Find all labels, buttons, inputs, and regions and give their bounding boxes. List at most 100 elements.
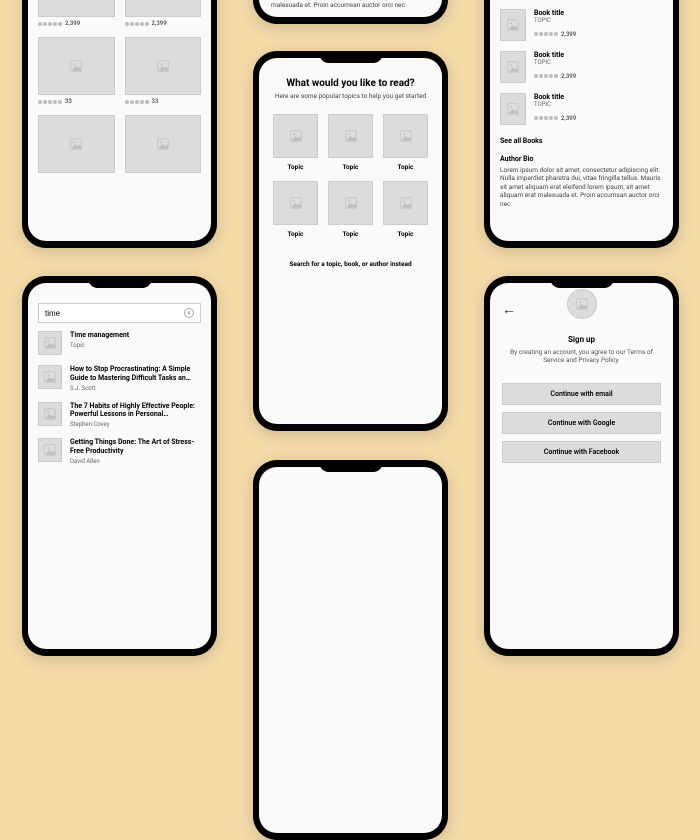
phone-bottom-middle-peek [253,460,448,840]
author-bio-text: Lorem ipsum dolor sit amet, consectetur … [500,166,663,208]
notch [319,460,383,472]
author-bio-heading: Author Bio [500,155,663,163]
topic-label: Topic [383,163,428,171]
result-title: Getting Things Done: The Art of Stress-F… [70,438,201,456]
notch [319,51,383,63]
grid-card[interactable]: 2,399 [38,0,115,27]
image-icon [156,137,170,151]
body-text: eleifend lorem ipsum, sit amet porta ali… [271,0,430,10]
phone-search-results: × Time management Topic How to Stop Proc… [22,276,217,656]
clear-search-button[interactable]: × [184,308,194,318]
book-row[interactable]: Book title TOPIC 2,399 [500,93,663,125]
auth-button[interactable]: Continue with Google [502,412,661,434]
image-icon [289,129,303,143]
rating-dots [38,22,62,26]
rating-count: 2,399 [65,20,80,27]
page-title: What would you like to read? [273,78,428,89]
image-icon [399,196,413,210]
grid-card[interactable]: 33 [38,37,115,105]
result-subtitle: David Allen [70,458,201,465]
image-placeholder [273,181,318,225]
notch [550,276,614,288]
search-result-item[interactable]: Time management Topic [38,331,201,355]
image-placeholder [38,37,115,95]
signup-heading: Sign up [502,335,661,344]
search-input[interactable] [45,309,184,318]
rating-dots [534,74,558,78]
topic-label: Topic [273,163,318,171]
rating-dots [534,32,558,36]
book-row[interactable]: Book title TOPIC 2,399 [500,51,663,83]
image-icon [43,407,57,421]
image-placeholder [38,402,62,426]
phone-top-left-grid: 2,399 2,399 2,399 2,399 33 33 [22,0,217,248]
image-icon [344,196,358,210]
book-row[interactable]: Book title TOPIC 2,399 [500,9,663,41]
image-placeholder [500,9,526,41]
topic-card[interactable]: Topic [273,114,318,171]
result-subtitle: Topic [70,342,201,349]
topic-label: Topic [273,230,318,238]
topic-card[interactable]: Topic [273,181,318,238]
image-icon [43,336,57,350]
avatar-placeholder [567,289,597,319]
topic-card[interactable]: Topic [383,181,428,238]
image-icon [289,196,303,210]
image-placeholder [383,114,428,158]
notch [88,276,152,288]
image-placeholder [328,114,373,158]
rating-count: 2,399 [152,20,167,27]
image-icon [506,18,520,32]
result-subtitle: Stephen Covey [70,421,201,428]
phone-onboarding-topics: What would you like to read? Here are so… [253,51,448,431]
topic-label: Topic [328,230,373,238]
topic-card[interactable]: Topic [328,114,373,171]
rating-dots [125,100,149,104]
rating-dots [38,100,62,104]
image-placeholder [500,93,526,125]
image-placeholder [500,51,526,83]
rating-count: 2,399 [561,31,576,38]
topic-card[interactable]: Topic [328,181,373,238]
rating-dots [534,116,558,120]
image-icon [399,129,413,143]
image-icon [506,60,520,74]
image-placeholder [38,331,62,355]
rating-count: 33 [152,98,159,105]
image-placeholder [38,0,115,17]
back-button[interactable]: ← [502,301,516,318]
image-placeholder [328,181,373,225]
topic-label: Topic [383,230,428,238]
auth-button[interactable]: Continue with email [502,383,661,405]
image-icon [575,297,589,311]
result-title: Time management [70,331,201,340]
search-instead-link[interactable]: Search for a topic, book, or author inst… [273,260,428,268]
phone-top-middle-peek: eleifend lorem ipsum, sit amet porta ali… [253,0,448,24]
result-title: How to Stop Procrastinating: A Simple Gu… [70,365,201,383]
phone-signup: ← Sign up By creating an account, you ag… [484,276,679,656]
image-icon [43,370,57,384]
rating-count: 2,399 [561,115,576,122]
image-placeholder [273,114,318,158]
search-result-item[interactable]: The 7 Habits of Highly Effective People:… [38,402,201,429]
image-placeholder [125,0,202,17]
grid-card[interactable] [38,115,115,173]
topic-card[interactable]: Topic [383,114,428,171]
auth-button[interactable]: Continue with Facebook [502,441,661,463]
grid-card[interactable]: 2,399 [125,0,202,27]
grid-card[interactable] [125,115,202,173]
grid-card[interactable]: 33 [125,37,202,105]
book-topic: TOPIC [534,101,663,108]
image-placeholder [38,438,62,462]
book-title: Book title [534,93,663,101]
search-bar[interactable]: × [38,303,201,323]
book-topic: TOPIC [534,17,663,24]
search-result-item[interactable]: Getting Things Done: The Art of Stress-F… [38,438,201,465]
image-icon [69,137,83,151]
see-all-books-link[interactable]: See all Books [500,137,663,145]
result-title: The 7 Habits of Highly Effective People:… [70,402,201,420]
search-result-item[interactable]: How to Stop Procrastinating: A Simple Gu… [38,365,201,392]
image-icon [344,129,358,143]
book-title: Book title [534,51,663,59]
image-icon [69,59,83,73]
